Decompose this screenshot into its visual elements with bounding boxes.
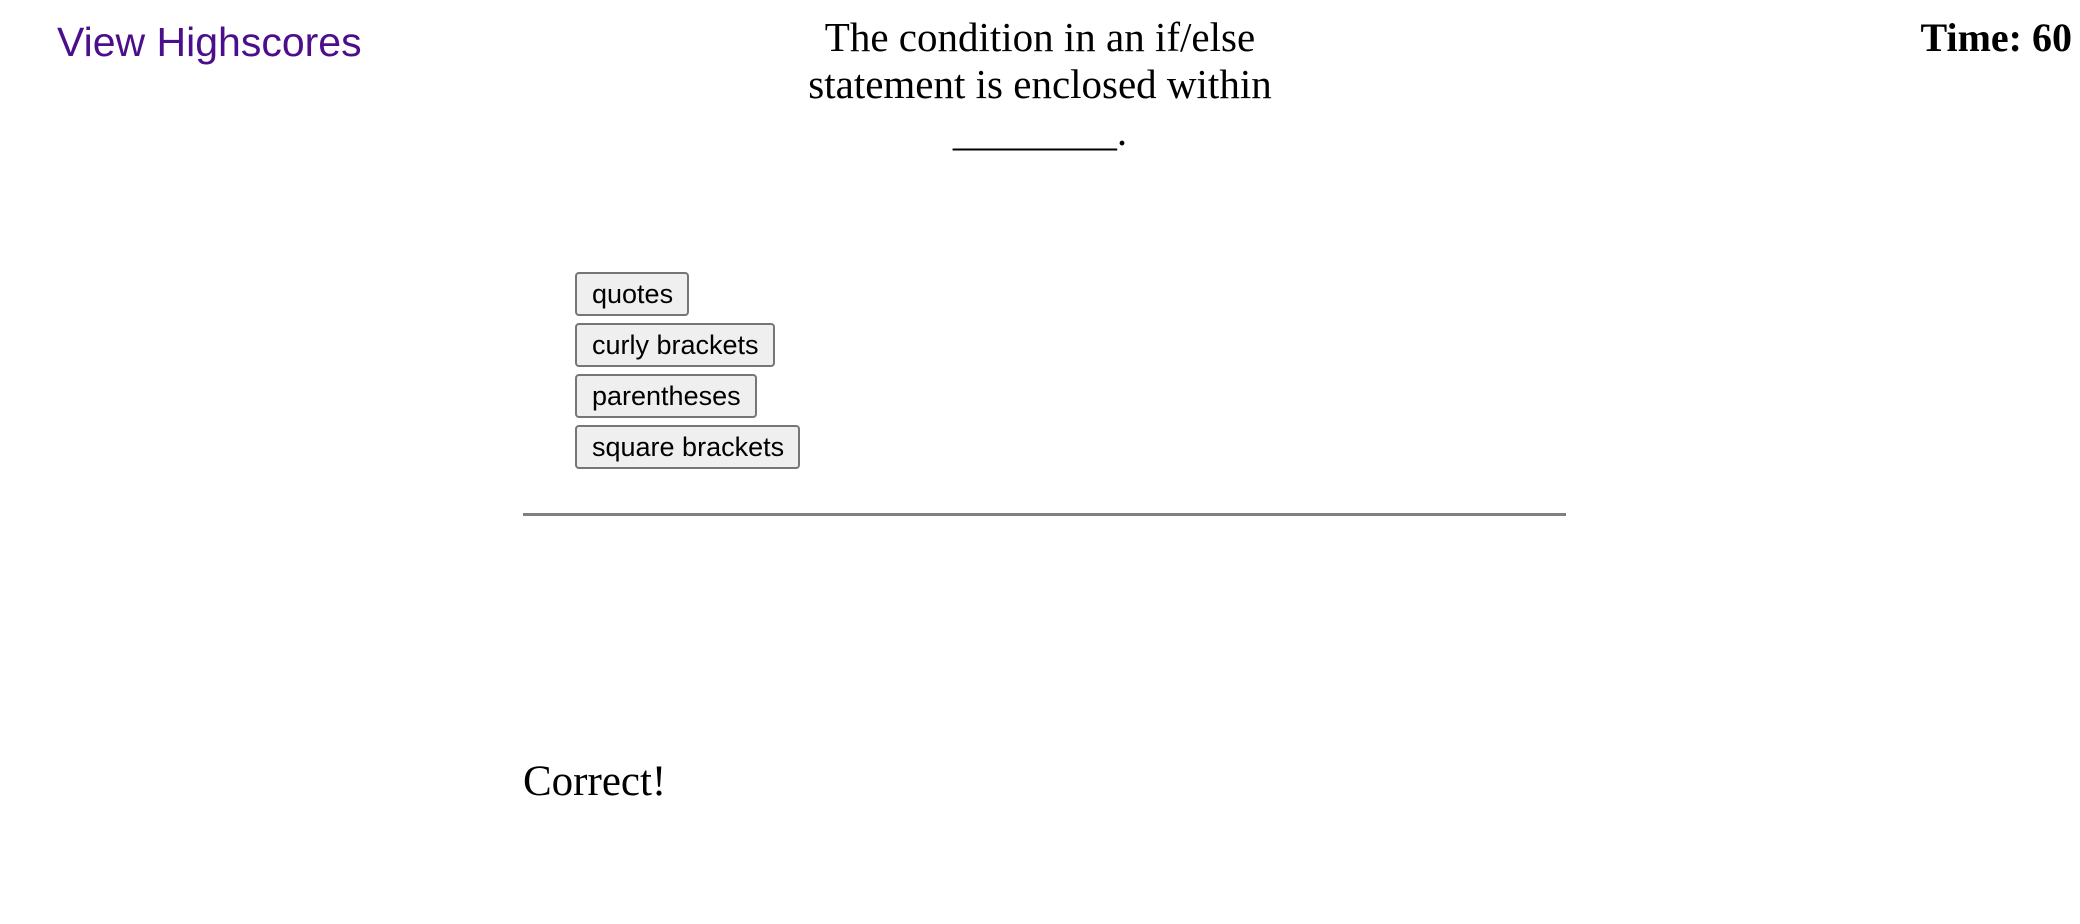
choice-square-brackets-button[interactable]: square brackets bbox=[575, 425, 801, 469]
answer-feedback: Correct! bbox=[523, 758, 667, 805]
view-highscores-link[interactable]: View Highscores bbox=[57, 16, 362, 68]
answer-choices: quotes curly brackets parentheses square… bbox=[575, 272, 801, 469]
choice-parentheses-button[interactable]: parentheses bbox=[575, 374, 757, 418]
timer-display: Time: 60 bbox=[1920, 15, 2072, 60]
question-text: The condition in an if/else statement is… bbox=[808, 14, 1272, 154]
choice-curly-brackets-button[interactable]: curly brackets bbox=[575, 323, 775, 367]
choice-quotes-button[interactable]: quotes bbox=[575, 272, 690, 316]
divider bbox=[523, 513, 1566, 516]
